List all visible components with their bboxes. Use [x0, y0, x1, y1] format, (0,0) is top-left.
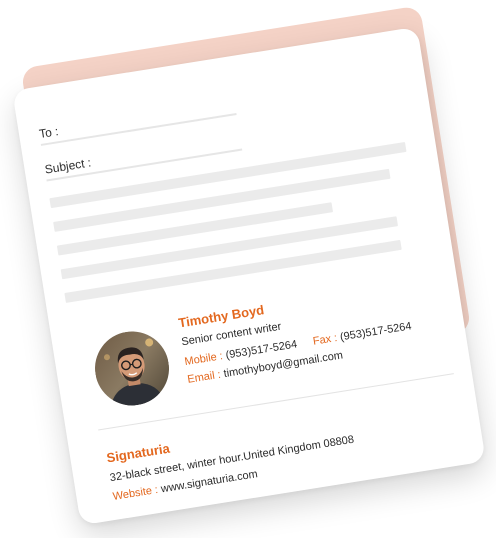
avatar [89, 326, 175, 411]
stage: To : Subject : Timothy Boyd Senior conte… [0, 0, 496, 538]
fax-label: Fax : [312, 332, 339, 348]
mobile-label: Mobile : [183, 350, 224, 369]
email-card: To : Subject : Timothy Boyd Senior conte… [12, 26, 486, 526]
to-label: To : [38, 124, 60, 141]
avatar-portrait [89, 326, 175, 411]
company-name: Signaturia [105, 440, 171, 466]
website-label: Website : [111, 483, 159, 503]
email-label: Email : [186, 368, 222, 386]
fax-value[interactable]: (953)517-5264 [339, 320, 412, 343]
to-field[interactable] [40, 112, 237, 146]
